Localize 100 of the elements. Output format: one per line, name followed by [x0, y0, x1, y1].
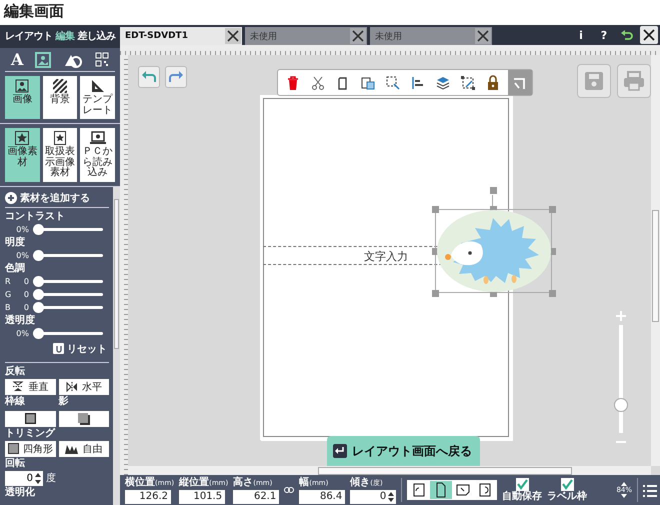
flip-button[interactable]: 垂直 — [5, 378, 56, 394]
slider-thumb[interactable] — [33, 224, 44, 235]
back-to-layout-button[interactable]: レイアウト画面へ戻る — [327, 436, 480, 466]
resize-handle[interactable] — [490, 187, 497, 194]
shadow-button[interactable] — [58, 410, 109, 426]
return-icon — [333, 444, 347, 458]
channel-label: R — [5, 277, 12, 286]
frame-icon — [24, 413, 36, 424]
close-button[interactable] — [640, 26, 658, 44]
close-icon — [227, 30, 239, 42]
slider-thumb[interactable] — [33, 276, 44, 287]
help-button[interactable]: ? — [594, 26, 614, 44]
toggle-checkbox[interactable]: 自動保存 — [502, 478, 542, 502]
shadow-icon — [78, 412, 90, 424]
plus-circle-icon — [5, 192, 17, 204]
scrollbar[interactable] — [651, 55, 660, 466]
number-field[interactable]: 101.5 — [179, 490, 226, 504]
collapse-button[interactable] — [508, 70, 532, 95]
resize-handle[interactable] — [549, 290, 556, 297]
slider-reading: 0 — [22, 303, 29, 312]
tab-close-button[interactable] — [225, 28, 241, 44]
mountain-icon — [65, 443, 78, 454]
scissors-icon[interactable] — [311, 76, 325, 90]
printer-icon — [623, 71, 645, 91]
slider-thumb[interactable] — [33, 250, 44, 261]
number-field[interactable]: 86.4 — [299, 490, 346, 504]
rotation-field[interactable]: 0 — [5, 470, 43, 486]
align-left-icon[interactable] — [411, 76, 425, 90]
section-label: 明度 — [5, 236, 26, 248]
computer-icon — [90, 131, 106, 145]
orientation-button[interactable] — [430, 481, 452, 499]
info-button[interactable]: i — [571, 26, 591, 44]
checkbox-icon[interactable] — [560, 478, 574, 491]
resize-handle[interactable] — [549, 206, 556, 213]
layers-icon[interactable] — [436, 76, 450, 90]
sidebar-tab[interactable]: レイアウト — [4, 29, 52, 43]
source-button[interactable]: 取扱表示画像素材 — [42, 128, 78, 182]
zoom-slider-thumb[interactable] — [614, 398, 628, 412]
checkbox-icon[interactable] — [516, 478, 529, 491]
slider-thumb[interactable] — [33, 302, 44, 313]
text-tool[interactable]: A — [10, 52, 24, 68]
resize-handle[interactable] — [432, 290, 439, 297]
padlock-icon[interactable] — [486, 75, 500, 90]
slider-thumb[interactable] — [33, 328, 44, 339]
spinner-icon[interactable] — [388, 490, 394, 502]
section-label: 枠線 — [5, 396, 26, 408]
number-field[interactable]: 62.1 — [233, 490, 280, 504]
section-label: トリミング — [5, 428, 56, 440]
category-button[interactable]: テンプレート — [80, 76, 115, 119]
number-field[interactable]: 0 — [350, 490, 396, 504]
frame-button[interactable] — [5, 410, 56, 426]
image-tool-icon[interactable] — [35, 52, 52, 68]
stripes-icon — [52, 79, 67, 93]
undo-icon — [621, 30, 633, 40]
paste-icon[interactable] — [361, 76, 375, 90]
scrollbar[interactable] — [113, 186, 120, 505]
category-button[interactable]: 画像 — [5, 76, 40, 119]
star-icon — [15, 131, 30, 145]
transform-icon[interactable] — [461, 76, 475, 90]
document-tab[interactable]: 未使用 — [370, 27, 492, 45]
slider-reading: 0 — [22, 277, 29, 286]
source-button[interactable]: 画像素材 — [5, 128, 40, 182]
rotate-left-icon — [411, 482, 428, 498]
section-label: 反転 — [5, 366, 26, 378]
source-button[interactable]: ＰＣから読み込み — [80, 128, 115, 182]
document-tab[interactable]: EDT-SDVDT1 — [120, 27, 242, 45]
number-field[interactable]: 126.2 — [125, 490, 171, 504]
channel-label: B — [5, 303, 12, 312]
document-tab[interactable]: 未使用 — [245, 27, 367, 45]
text-object[interactable]: 文字入力 — [364, 249, 408, 264]
add-material-button[interactable]: 素材を追加する — [5, 188, 109, 208]
slider-reading: 0% — [15, 225, 29, 234]
slider-reading: 0% — [15, 251, 29, 260]
flip-vertical-icon — [12, 381, 24, 392]
up-arrow-icon[interactable] — [621, 482, 628, 486]
tab-close-button[interactable] — [475, 28, 491, 44]
tab-label: 未使用 — [375, 30, 402, 42]
qr-code-icon[interactable] — [95, 52, 110, 68]
trash-icon[interactable] — [286, 76, 300, 90]
reset-button[interactable]: リセット — [51, 340, 109, 356]
down-arrow-icon[interactable] — [621, 494, 628, 498]
spinner-icon[interactable] — [35, 472, 41, 484]
scrollbar[interactable] — [128, 466, 651, 475]
tab-close-button[interactable] — [350, 28, 366, 44]
resize-handle[interactable] — [432, 206, 439, 213]
square-icon — [8, 443, 19, 454]
list-icon[interactable] — [643, 484, 657, 496]
trim-button[interactable]: 自由 — [58, 440, 109, 456]
slider-reading: 0% — [15, 329, 29, 338]
redo-button[interactable] — [165, 66, 187, 88]
sidebar-tab[interactable]: 編集 — [55, 29, 74, 43]
selection-icon[interactable] — [386, 76, 400, 90]
category-button[interactable]: 背景 — [42, 76, 78, 119]
toggle-checkbox[interactable]: ラベル枠 — [547, 478, 588, 502]
flip-button[interactable]: 水平 — [58, 378, 109, 394]
trim-button[interactable]: 四角形 — [5, 440, 56, 456]
slider-thumb[interactable] — [33, 289, 44, 300]
picture-icon — [15, 79, 30, 93]
close-icon — [352, 30, 364, 42]
sidebar-tab[interactable]: 差し込み — [77, 29, 116, 43]
